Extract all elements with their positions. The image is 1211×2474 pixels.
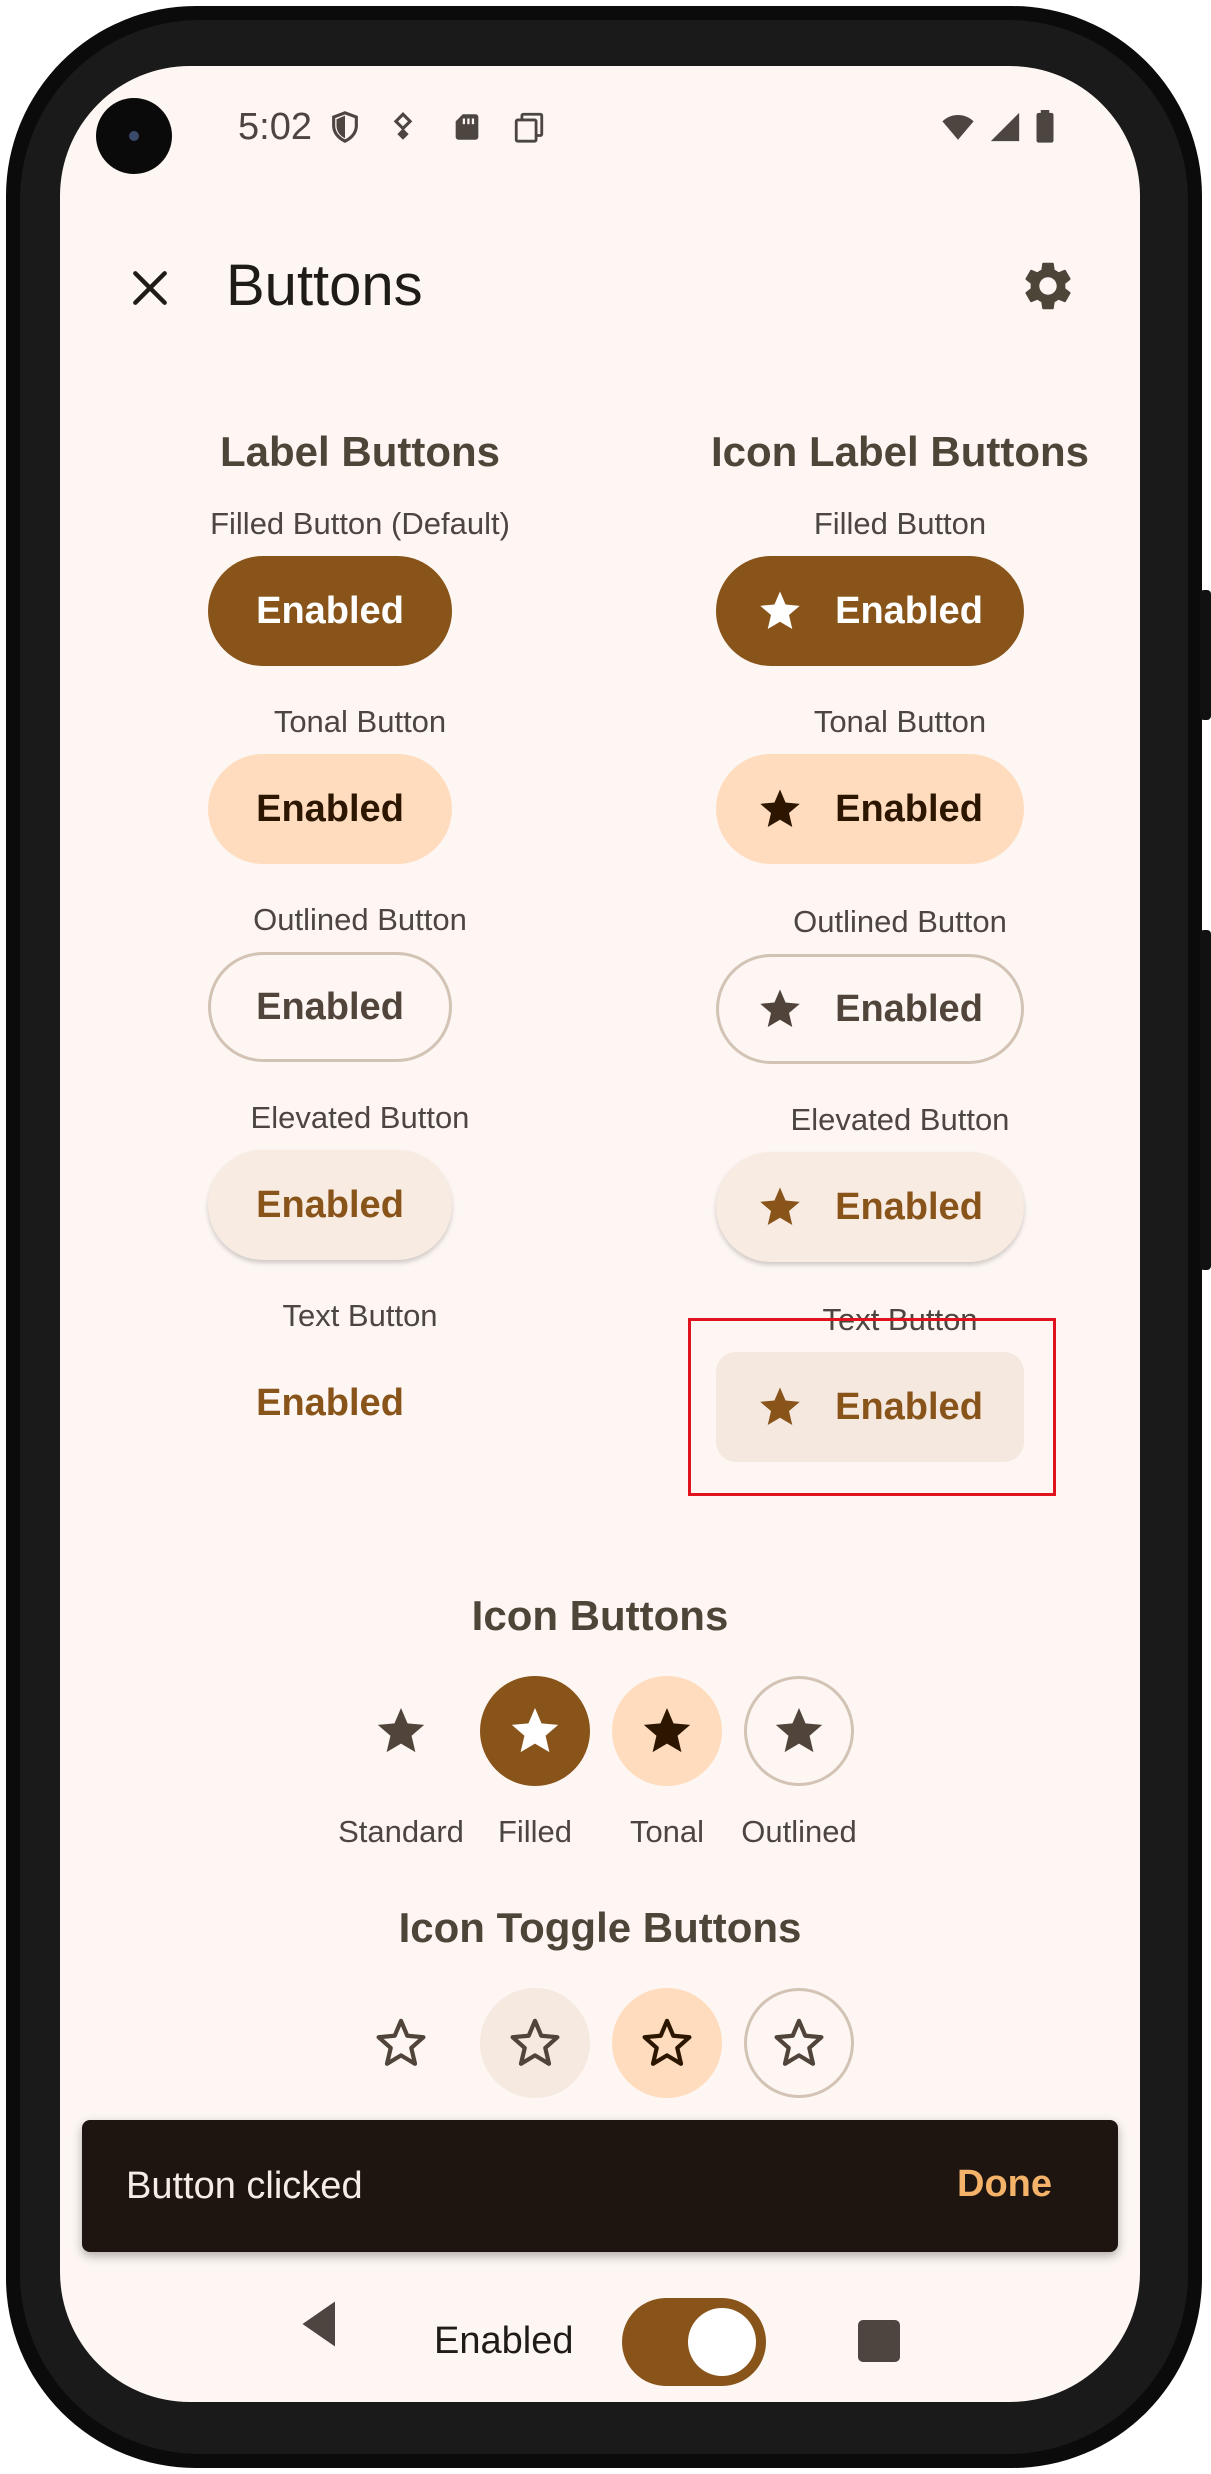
battery-icon xyxy=(1036,110,1054,143)
star-icon xyxy=(760,1187,800,1226)
wifi-icon xyxy=(942,114,974,140)
elevated-button-caption: Elevated Button xyxy=(250,1100,470,1135)
switch-thumb xyxy=(688,2308,756,2376)
star-icon xyxy=(643,1708,691,1753)
signal-icon xyxy=(990,112,1020,142)
button-label: Enabled xyxy=(835,787,983,830)
snackbar: Button clicked Done xyxy=(82,2120,1118,2252)
tonal-icon-button[interactable] xyxy=(612,1676,722,1786)
page-title: Buttons xyxy=(226,253,423,318)
standard-toggle-button[interactable] xyxy=(346,1988,456,2098)
star-icon xyxy=(760,591,800,630)
screen-copy-icon xyxy=(514,112,544,143)
tonal-button-caption: Tonal Button xyxy=(273,704,447,739)
filled-icon-label-button[interactable]: Enabled xyxy=(716,556,1024,666)
volume-button xyxy=(1200,930,1211,1270)
star-icon xyxy=(775,1708,823,1753)
tonal-icon-button-caption: Tonal Button xyxy=(813,704,987,739)
power-button xyxy=(1200,590,1211,720)
outlined-icon-button-label: Outlined xyxy=(741,1814,857,1849)
status-time: 5:02 xyxy=(238,106,312,148)
recents-icon[interactable] xyxy=(858,2320,900,2362)
filled-icon-button[interactable] xyxy=(480,1676,590,1786)
outlined-button-caption: Outlined Button xyxy=(253,902,467,937)
filled-button[interactable]: Enabled xyxy=(208,556,452,666)
outlined-button[interactable]: Enabled xyxy=(208,952,452,1062)
back-icon[interactable] xyxy=(290,2294,350,2354)
button-label: Enabled xyxy=(835,987,983,1030)
icon-label-buttons-heading: Icon Label Buttons xyxy=(711,428,1089,475)
text-button[interactable]: Enabled xyxy=(208,1348,452,1458)
settings-button[interactable] xyxy=(1000,238,1096,334)
filled-icon-button-caption: Filled Button xyxy=(813,506,987,541)
front-camera xyxy=(96,98,172,174)
star-icon xyxy=(377,1708,425,1753)
star-icon xyxy=(760,989,800,1028)
gear-icon xyxy=(1025,262,1071,310)
outlined-icon-button-caption: Outlined Button xyxy=(793,904,1007,939)
filled-toggle-button[interactable] xyxy=(480,1988,590,2098)
sd-card-icon xyxy=(455,114,479,140)
outlined-icon-button[interactable] xyxy=(744,1676,854,1786)
close-icon xyxy=(133,271,167,305)
star-icon xyxy=(511,1708,559,1753)
star-outline-icon xyxy=(642,2018,692,2066)
tonal-icon-label-button[interactable]: Enabled xyxy=(716,754,1024,864)
star-outline-icon xyxy=(376,2018,426,2066)
elevated-icon-label-button[interactable]: Enabled xyxy=(716,1152,1024,1262)
snackbar-done-button[interactable]: Done xyxy=(957,2163,1052,2206)
enabled-toggle-label: Enabled xyxy=(434,2320,574,2362)
button-label: Enabled xyxy=(835,589,983,632)
screen: 5:02 Buttons Label Buttons Filled Button… xyxy=(60,66,1140,2402)
outlined-toggle-button[interactable] xyxy=(744,1988,854,2098)
snackbar-message: Button clicked xyxy=(126,2165,363,2207)
outlined-icon-label-button[interactable]: Enabled xyxy=(716,954,1024,1064)
tonal-toggle-button[interactable] xyxy=(612,1988,722,2098)
text-button-caption: Text Button xyxy=(282,1298,438,1333)
tonal-button[interactable]: Enabled xyxy=(208,754,452,864)
filled-button-caption: Filled Button (Default) xyxy=(210,506,510,541)
star-outline-icon xyxy=(774,2018,824,2066)
pin-icon xyxy=(393,112,413,140)
selection-highlight xyxy=(688,1318,1056,1496)
standard-icon-button[interactable] xyxy=(346,1676,456,1786)
elevated-button[interactable]: Enabled xyxy=(208,1150,452,1260)
shield-icon xyxy=(332,111,358,143)
elevated-icon-button-caption: Elevated Button xyxy=(790,1102,1010,1137)
icon-buttons-heading: Icon Buttons xyxy=(471,1592,729,1639)
enabled-switch[interactable] xyxy=(622,2298,766,2386)
label-buttons-heading: Label Buttons xyxy=(220,428,500,475)
button-label: Enabled xyxy=(835,1185,983,1228)
star-outline-icon xyxy=(510,2018,560,2066)
close-button[interactable] xyxy=(102,240,198,336)
icon-toggle-buttons-heading: Icon Toggle Buttons xyxy=(398,1904,802,1951)
star-icon xyxy=(760,789,800,828)
